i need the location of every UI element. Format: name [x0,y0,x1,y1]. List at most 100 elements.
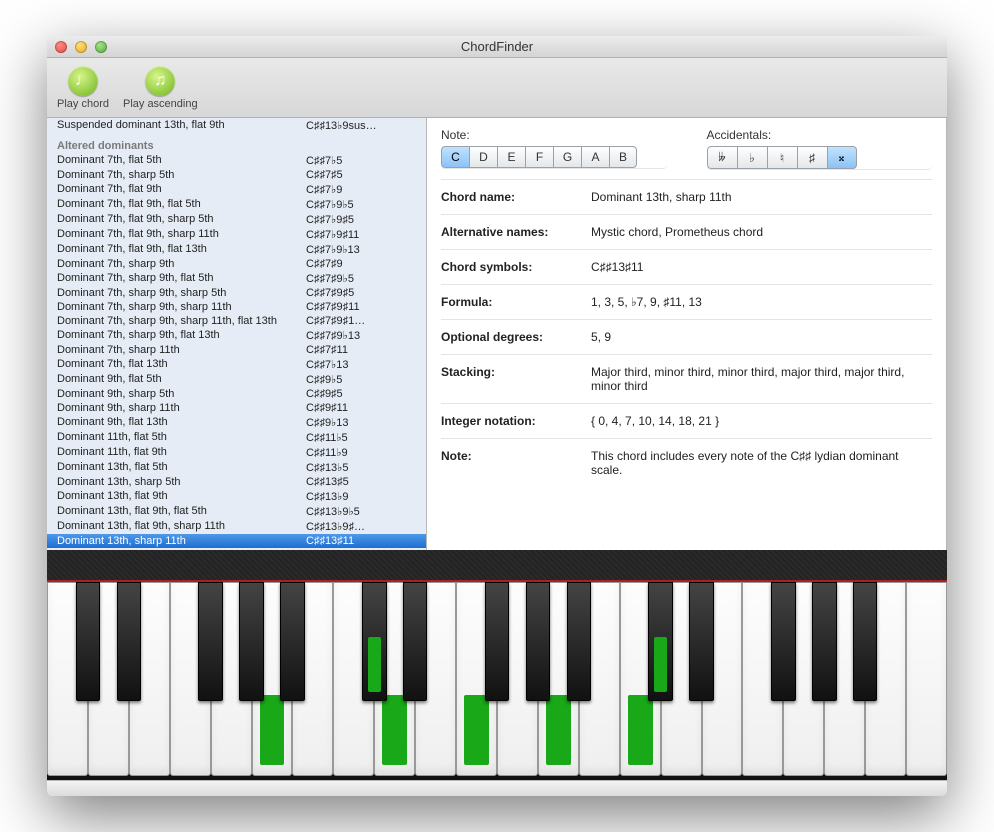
list-item[interactable]: Dominant 9th, sharp 11thC♯♯9♯11 [47,401,426,415]
white-key[interactable] [906,582,947,776]
detail-row-stacking: Stacking: Major third, minor third, mino… [441,354,932,403]
list-item-name: Dominant 7th, sharp 5th [57,169,306,181]
list-item[interactable]: Dominant 13th, flat 5thC♯♯13♭5 [47,460,426,475]
list-item-symbol: C♯♯7♯9♭13 [306,329,416,342]
list-item-symbol: C♯♯7♭9♯11 [306,228,416,241]
list-item[interactable]: Dominant 7th, sharp 11thC♯♯7♯11 [47,343,426,357]
accidental-seg-2[interactable]: ♮ [767,146,797,169]
detail-key: Integer notation: [441,414,591,428]
detail-key: Chord name: [441,190,591,204]
list-item[interactable]: Dominant 13th, flat 9th, sharp 11thC♯♯13… [47,519,426,534]
list-item[interactable]: Dominant 9th, sharp 5thC♯♯9♯5 [47,387,426,401]
list-item-name: Dominant 13th, flat 9th [57,490,306,503]
accidental-seg-1[interactable]: ♭ [737,146,767,169]
detail-value: C♯♯13♯11 [591,260,932,274]
note-seg-f[interactable]: F [525,146,553,168]
black-key[interactable] [198,582,223,701]
list-item[interactable]: Dominant 7th, flat 9th, flat 13thC♯♯7♭9♭… [47,242,426,257]
detail-row-formula: Formula: 1, 3, 5, ♭7, 9, ♯11, 13 [441,284,932,319]
list-item[interactable]: Suspended dominant 13th, flat 9thC♯♯13♭9… [47,118,426,133]
list-item-name: Dominant 7th, flat 9th, flat 5th [57,198,306,211]
accidental-seg-3[interactable]: ♯ [797,146,827,169]
list-item[interactable]: Dominant 13th, sharp 11thC♯♯13♯11 [47,534,426,548]
list-item[interactable]: Dominant 7th, flat 13thC♯♯7♭13 [47,357,426,372]
list-item[interactable]: Dominant 7th, sharp 9th, sharp 11th, fla… [47,314,426,328]
list-item[interactable]: Dominant 7th, flat 5thC♯♯7♭5 [47,153,426,168]
list-item[interactable]: Dominant 7th, flat 9th, flat 5thC♯♯7♭9♭5 [47,197,426,212]
piano [47,550,947,780]
chord-list[interactable]: Minor/major 13thC♯♯m/maj13Suspended domi… [47,118,427,550]
status-bar [47,780,947,796]
play-ascending-label: Play ascending [123,98,198,110]
accidental-seg-4[interactable]: 𝄪 [827,146,857,169]
list-item-symbol: C♯♯9♭13 [306,416,416,429]
note-seg-g[interactable]: G [553,146,581,168]
note-seg-c[interactable]: C [441,146,469,168]
black-key[interactable] [853,582,878,701]
black-key[interactable] [689,582,714,701]
black-key[interactable] [812,582,837,701]
list-item-name: Dominant 7th, flat 9th, sharp 5th [57,213,306,226]
black-key[interactable] [117,582,142,701]
top-controls: Note: CDEFGAB Accidentals: 𝄫♭♮♯𝄪 [441,128,932,169]
list-item[interactable]: Dominant 7th, sharp 9th, flat 5thC♯♯7♯9♭… [47,271,426,286]
list-item-symbol: C♯♯7♯9♯1… [306,315,416,327]
black-key[interactable] [771,582,796,701]
black-key[interactable] [76,582,101,701]
note-seg-d[interactable]: D [469,146,497,168]
list-item[interactable]: Dominant 7th, sharp 9thC♯♯7♯9 [47,257,426,271]
list-item[interactable]: Dominant 7th, sharp 9th, flat 13thC♯♯7♯9… [47,328,426,343]
note-control: Note: CDEFGAB [441,128,667,169]
list-item[interactable]: Dominant 7th, flat 9th, sharp 11thC♯♯7♭9… [47,227,426,242]
detail-row-symbols: Chord symbols: C♯♯13♯11 [441,249,932,284]
play-ascending-button[interactable]: ♫ Play ascending [119,64,202,112]
list-item-symbol: C♯♯7♭9 [306,183,416,196]
piano-fabric [47,550,947,582]
detail-key: Optional degrees: [441,330,591,344]
toolbar: ♩ Play chord ♫ Play ascending [47,58,947,118]
play-chord-label: Play chord [57,98,109,110]
black-key[interactable] [280,582,305,701]
list-item-symbol: C♯♯13♯5 [306,476,416,488]
black-key[interactable] [362,582,387,701]
list-item-symbol: C♯♯7♯11 [306,344,416,356]
black-key[interactable] [485,582,510,701]
list-item-symbol: C♯♯7♭5 [306,154,416,167]
detail-value: 5, 9 [591,330,932,344]
list-item[interactable]: Dominant 11th, flat 9thC♯♯11♭9 [47,445,426,460]
black-key[interactable] [648,582,673,701]
list-item-symbol: C♯♯13♭5 [306,461,416,474]
list-item-name: Dominant 9th, flat 13th [57,416,306,429]
note-seg-a[interactable]: A [581,146,609,168]
list-item[interactable]: Dominant 13th, flat 9thC♯♯13♭9 [47,489,426,504]
list-item-name: Dominant 7th, sharp 9th [57,258,306,270]
list-section-header: Altered dominants [47,139,426,153]
list-item-symbol: C♯♯7♯9 [306,258,416,270]
list-item[interactable]: Dominant 13th, flat 9th, flat 5thC♯♯13♭9… [47,504,426,519]
list-item-name: Dominant 7th, sharp 9th, sharp 11th [57,301,306,313]
list-item[interactable]: Dominant 7th, sharp 5thC♯♯7♯5 [47,168,426,182]
list-item[interactable]: Dominant 9th, flat 5thC♯♯9♭5 [47,372,426,387]
list-item-symbol: C♯♯11♭9 [306,446,416,459]
detail-key: Alternative names: [441,225,591,239]
note-seg-b[interactable]: B [609,146,637,168]
black-key[interactable] [526,582,551,701]
list-item[interactable]: Dominant 7th, flat 9th, sharp 5thC♯♯7♭9♯… [47,212,426,227]
list-item[interactable]: Dominant 7th, flat 9thC♯♯7♭9 [47,182,426,197]
list-item-name: Dominant 7th, sharp 9th, sharp 11th, fla… [57,315,306,327]
list-item[interactable]: Dominant 13th, sharp 5thC♯♯13♯5 [47,475,426,489]
list-item[interactable]: Dominant 9th, flat 13thC♯♯9♭13 [47,415,426,430]
list-item[interactable]: Dominant 7th, sharp 9th, sharp 11thC♯♯7♯… [47,300,426,314]
play-chord-button[interactable]: ♩ Play chord [53,64,113,112]
list-item[interactable]: Dominant 7th, sharp 9th, sharp 5thC♯♯7♯9… [47,286,426,300]
note-seg-e[interactable]: E [497,146,525,168]
list-item-symbol: C♯♯13♭9♭5 [306,505,416,518]
black-key[interactable] [403,582,428,701]
list-item-name: Dominant 7th, flat 9th, flat 13th [57,243,306,256]
black-key[interactable] [239,582,264,701]
black-key[interactable] [567,582,592,701]
list-item[interactable]: Dominant 11th, flat 5thC♯♯11♭5 [47,430,426,445]
accidental-seg-0[interactable]: 𝄫 [707,146,737,169]
list-item-symbol: C♯♯7♯9♯11 [306,301,416,313]
list-item-name: Suspended dominant 13th, flat 9th [57,119,306,132]
